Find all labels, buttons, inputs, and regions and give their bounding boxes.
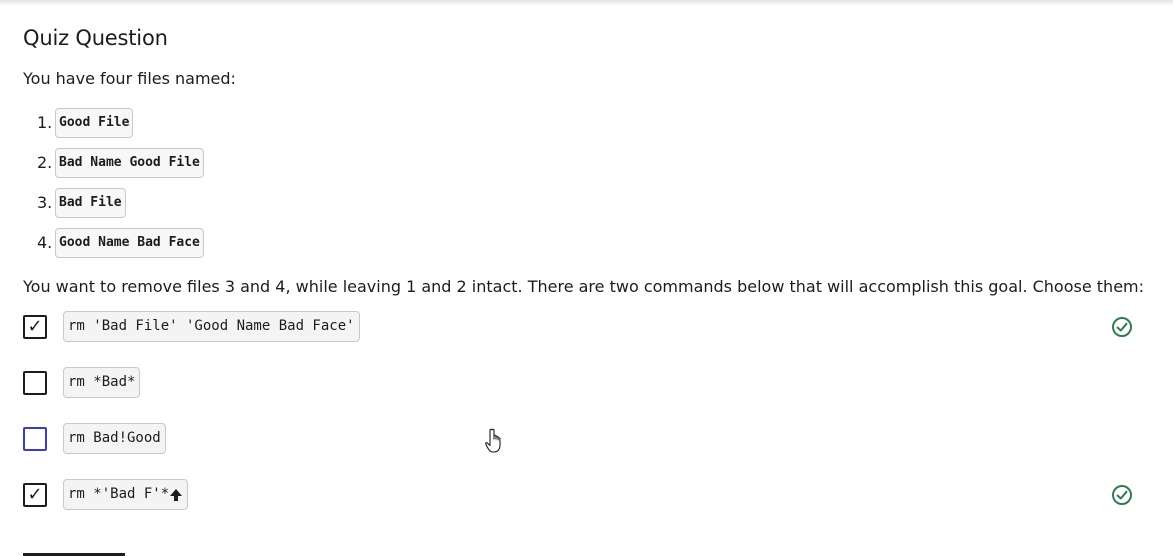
file-name: Good Name Bad Face	[55, 228, 204, 258]
option-checkbox[interactable]	[23, 427, 47, 451]
option-command-text: rm *'Bad F'*	[68, 486, 170, 502]
header-shadow	[0, 0, 1173, 6]
list-item: 2. Bad Name Good File	[37, 148, 204, 188]
file-name: Good File	[55, 108, 134, 138]
list-number: 3.	[37, 193, 53, 212]
question-prompt: You want to remove files 3 and 4, while …	[23, 277, 1145, 296]
option-command: rm 'Bad File' 'Good Name Bad Face'	[63, 311, 360, 342]
file-name: Bad File	[55, 188, 126, 218]
option-command: rm *Bad*	[63, 367, 141, 398]
list-item: 3. Bad File	[37, 188, 204, 228]
check-circle-icon	[1112, 485, 1132, 505]
arrow-up-cursor-icon	[170, 488, 183, 501]
option-command: rm Bad!Good	[63, 423, 166, 454]
list-item: 1. Good File	[37, 108, 204, 148]
option-checkbox[interactable]	[23, 371, 47, 395]
file-list: 1. Good File 2. Bad Name Good File 3. Ba…	[37, 108, 204, 268]
answer-option[interactable]: rm Bad!Good	[23, 423, 1143, 455]
hand-pointer-icon	[485, 428, 501, 453]
page-title: Quiz Question	[23, 26, 168, 50]
answer-option[interactable]: ✓ rm 'Bad File' 'Good Name Bad Face'	[23, 311, 1143, 343]
option-checkbox[interactable]: ✓	[23, 315, 47, 339]
answer-option[interactable]: ✓ rm *'Bad F'*	[23, 479, 1143, 511]
option-checkbox[interactable]: ✓	[23, 483, 47, 507]
option-command: rm *'Bad F'*	[63, 479, 189, 510]
intro-text: You have four files named:	[23, 69, 236, 88]
list-number: 2.	[37, 153, 53, 172]
list-number: 1.	[37, 113, 53, 132]
answer-option[interactable]: rm *Bad*	[23, 367, 1143, 399]
list-item: 4. Good Name Bad Face	[37, 228, 204, 268]
file-name: Bad Name Good File	[55, 148, 204, 178]
list-number: 4.	[37, 233, 53, 252]
check-circle-icon	[1112, 317, 1132, 337]
